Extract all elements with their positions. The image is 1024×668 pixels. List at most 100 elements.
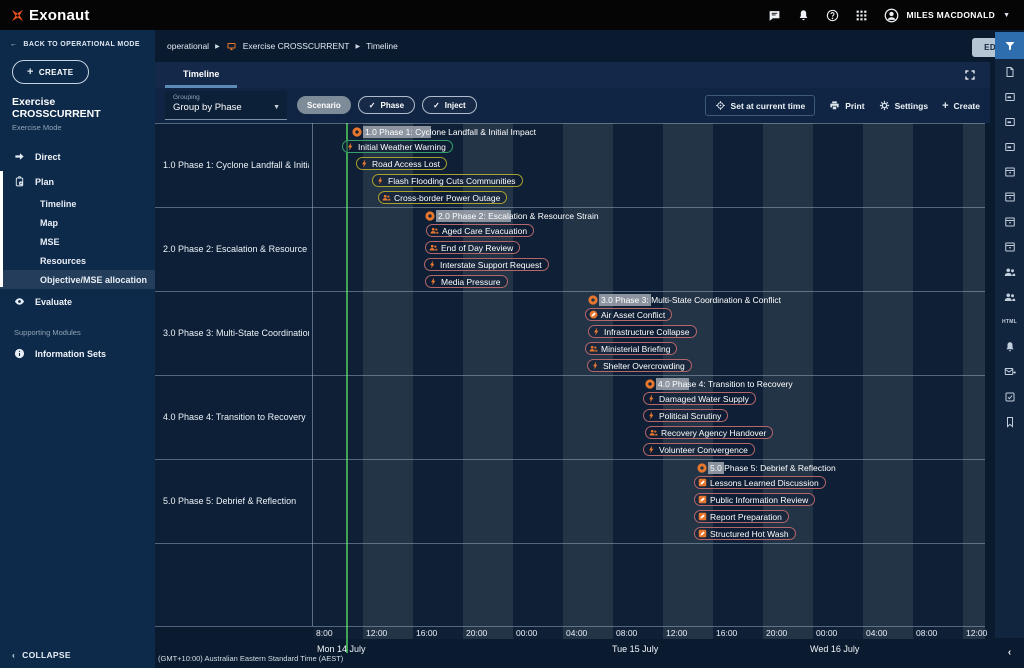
inject-item[interactable]: Damaged Water Supply xyxy=(643,392,756,405)
phase-item[interactable]: 3.0 Phase 3: Multi-State Coordination & … xyxy=(588,294,781,306)
rail-people-icon[interactable] xyxy=(995,284,1024,309)
tab-timeline[interactable]: Timeline xyxy=(165,62,237,88)
inject-item[interactable]: Shelter Overcrowding xyxy=(587,359,692,372)
sidebar-item-information-sets[interactable]: Information Sets xyxy=(0,341,155,366)
breadcrumb-item[interactable]: Timeline xyxy=(366,41,398,51)
rail-bell-icon[interactable] xyxy=(995,334,1024,359)
phase-label: 4.0 Phase 4: Transition to Recovery xyxy=(658,379,793,389)
sidebar-item-evaluate[interactable]: Evaluate xyxy=(0,289,155,314)
sidebar-create-button[interactable]: + CREATE xyxy=(12,60,89,84)
inject-label: Political Scrutiny xyxy=(659,411,721,421)
inject-item[interactable]: Road Access Lost xyxy=(356,157,447,170)
inject-item[interactable]: End of Day Review xyxy=(425,241,520,254)
chat-icon[interactable] xyxy=(768,9,781,22)
phase-icon xyxy=(645,379,655,389)
gear-icon xyxy=(879,100,890,111)
axis-hour-tick: 20:00 xyxy=(466,628,487,638)
sidebar-item-timeline[interactable]: Timeline xyxy=(0,194,155,213)
rail-archive-icon[interactable] xyxy=(995,159,1024,184)
inject-item[interactable]: Media Pressure xyxy=(425,275,508,288)
inject-item[interactable]: Cross-border Power Outage xyxy=(378,191,507,204)
phase-item[interactable]: 4.0 Phase 4: Transition to Recovery xyxy=(645,378,793,390)
breadcrumb-item[interactable]: Exercise CROSSCURRENT xyxy=(243,41,350,51)
phase-item[interactable]: 1.0 Phase 1: Cyclone Landfall & Initial … xyxy=(352,126,536,138)
chip-inject[interactable]: ✓Inject xyxy=(422,96,477,114)
inject-item[interactable]: Volunteer Convergence xyxy=(643,443,755,456)
back-to-operational-mode-link[interactable]: ← BACK TO OPERATIONAL MODE xyxy=(0,30,155,52)
bolt-icon xyxy=(360,159,369,168)
row-separator xyxy=(155,626,985,627)
rail-archive-icon[interactable] xyxy=(995,234,1024,259)
create-inject-button[interactable]: + Create xyxy=(942,100,980,112)
sidebar: ← BACK TO OPERATIONAL MODE + CREATE Exer… xyxy=(0,30,155,668)
chip-scenario[interactable]: Scenario xyxy=(297,96,351,114)
rail-file-icon[interactable] xyxy=(995,59,1024,84)
sidebar-item-mse[interactable]: MSE xyxy=(0,232,155,251)
people-icon xyxy=(1004,291,1016,303)
notifications-bell-icon[interactable] xyxy=(797,9,810,22)
inject-item[interactable]: Flash Flooding Cuts Communities xyxy=(372,174,523,187)
axis-date-label: Mon 14 July xyxy=(317,644,366,654)
note-icon xyxy=(698,512,707,521)
inject-item[interactable]: Public Information Review xyxy=(694,493,815,506)
set-at-current-time-button[interactable]: Set at current time xyxy=(705,95,816,116)
sidebar-item-direct[interactable]: Direct xyxy=(0,144,155,169)
rail-card-icon[interactable] xyxy=(995,84,1024,109)
rail-archive-icon[interactable] xyxy=(995,209,1024,234)
card-icon xyxy=(1004,91,1016,103)
card-icon xyxy=(1004,116,1016,128)
inject-item[interactable]: Report Preparation xyxy=(694,510,789,523)
axis-hour-tick: 08:00 xyxy=(916,628,937,638)
inject-item[interactable]: Air Asset Conflict xyxy=(585,308,672,321)
exonaut-logo-icon xyxy=(10,8,25,23)
phase-item[interactable]: 5.0 Phase 5: Debrief & Reflection xyxy=(697,462,836,474)
bolt-icon xyxy=(647,394,656,403)
rail-task-card-icon[interactable] xyxy=(995,384,1024,409)
axis-hour-tick: 16:00 xyxy=(716,628,737,638)
arrow-right-icon xyxy=(14,151,25,162)
settings-button[interactable]: Settings xyxy=(879,100,929,111)
apps-grid-icon[interactable] xyxy=(855,9,868,22)
inject-item[interactable]: Initial Weather Warning xyxy=(342,140,453,153)
breadcrumb-item[interactable]: operational xyxy=(167,41,209,51)
people-icon xyxy=(429,243,438,252)
current-time-marker[interactable] xyxy=(346,123,348,653)
timeline-row-label: 2.0 Phase 2: Escalation & Resource S... xyxy=(163,207,309,291)
rail-html-icon[interactable]: HTML xyxy=(995,309,1024,334)
inject-item[interactable]: Ministerial Briefing xyxy=(585,342,677,355)
chip-phase[interactable]: ✓Phase xyxy=(358,96,415,114)
inject-item[interactable]: Structured Hot Wash xyxy=(694,527,796,540)
rail-filter-icon[interactable] xyxy=(995,32,1024,59)
inject-item[interactable]: Political Scrutiny xyxy=(643,409,728,422)
axis-hour-tick: 20:00 xyxy=(766,628,787,638)
rail-people-icon[interactable] xyxy=(995,259,1024,284)
rail-mail-send-icon[interactable] xyxy=(995,359,1024,384)
rail-book-icon[interactable] xyxy=(995,409,1024,434)
rail-card-icon[interactable] xyxy=(995,134,1024,159)
row-separator xyxy=(155,123,985,124)
sidebar-item-resources[interactable]: Resources xyxy=(0,251,155,270)
inject-item[interactable]: Interstate Support Request xyxy=(424,258,549,271)
grouping-select[interactable]: Grouping Group by Phase ▼ xyxy=(165,91,287,120)
print-button[interactable]: Print xyxy=(829,100,864,111)
user-menu[interactable]: MILES MACDONALD ▼ xyxy=(884,8,1011,23)
help-icon[interactable] xyxy=(826,9,839,22)
sidebar-item-map[interactable]: Map xyxy=(0,213,155,232)
phase-label: 5.0 Phase 5: Debrief & Reflection xyxy=(710,463,836,473)
rail-card-icon[interactable] xyxy=(995,109,1024,134)
sidebar-item-objective-mse-allocation[interactable]: Objective/MSE allocation xyxy=(0,270,155,289)
inject-label: Aged Care Evacuation xyxy=(442,226,527,236)
inject-item[interactable]: Lessons Learned Discussion xyxy=(694,476,826,489)
inject-item[interactable]: Infrastructure Collapse xyxy=(588,325,697,338)
sidebar-collapse-button[interactable]: ‹ COLLAPSE xyxy=(12,650,71,660)
row-separator xyxy=(155,459,985,460)
print-label: Print xyxy=(845,101,864,111)
sidebar-item-plan[interactable]: Plan xyxy=(0,169,155,194)
inject-item[interactable]: Recovery Agency Handover xyxy=(645,426,773,439)
fullscreen-icon[interactable] xyxy=(964,69,976,81)
phase-item[interactable]: 2.0 Phase 2: Escalation & Resource Strai… xyxy=(425,210,599,222)
inject-item[interactable]: Aged Care Evacuation xyxy=(426,224,534,237)
inject-label: Initial Weather Warning xyxy=(358,142,446,152)
rail-archive-icon[interactable] xyxy=(995,184,1024,209)
rail-collapse-button[interactable]: ‹ xyxy=(995,647,1024,658)
